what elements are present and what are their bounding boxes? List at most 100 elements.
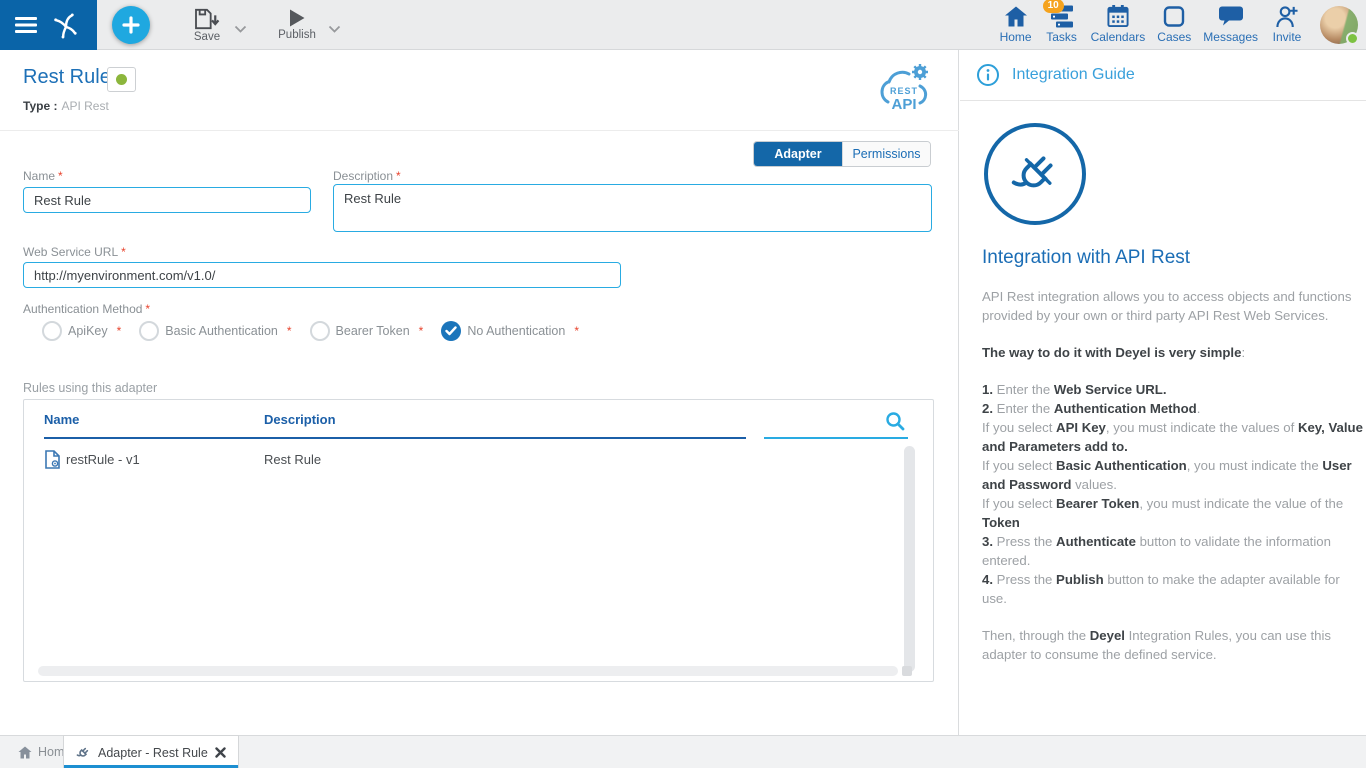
cases-icon (1163, 5, 1185, 28)
radio-unchecked-icon[interactable] (42, 321, 62, 341)
svg-text:REST: REST (890, 86, 918, 96)
calendars-icon (1106, 5, 1130, 28)
rule-description-cell: Rest Rule (264, 452, 321, 467)
nav-item-label: Calendars (1091, 30, 1146, 44)
guide-divider (960, 100, 1366, 101)
column-header-name[interactable]: Name (44, 412, 79, 427)
info-icon (976, 63, 1000, 87)
plug-circle-icon (981, 120, 1089, 228)
required-marker: * (117, 324, 122, 338)
nav-item-cases[interactable]: Cases (1151, 0, 1197, 44)
description-field[interactable]: Rest Rule (333, 184, 932, 232)
required-marker: * (574, 324, 579, 338)
name-field[interactable] (23, 187, 311, 213)
nav-item-label: Invite (1273, 30, 1302, 44)
rest-api-icon: REST API (874, 60, 936, 118)
header-divider (0, 130, 959, 131)
avatar[interactable] (1320, 6, 1358, 44)
messages-icon (1218, 5, 1244, 28)
auth-option-bearer-token[interactable]: Bearer Token* (310, 321, 424, 341)
auth-option-apikey[interactable]: ApiKey * (42, 321, 121, 341)
guide-header: Integration Guide (976, 63, 1135, 87)
name-label: Name* (23, 169, 63, 183)
adapter-editor: Rest Rule Type : API Rest REST API Adapte… (0, 50, 959, 735)
guide-paragraph: If you select API Key, you must indicate… (982, 418, 1364, 456)
status-button[interactable] (107, 67, 136, 92)
radio-unchecked-icon[interactable] (139, 321, 159, 341)
auth-option-basic-authentication[interactable]: Basic Authentication* (139, 321, 291, 341)
auth-option-label: No Authentication (467, 324, 565, 338)
radio-checked-icon[interactable] (441, 321, 461, 341)
bottom-tab-adapter-rest-rule[interactable]: Adapter - Rest Rule (63, 735, 239, 768)
nav-item-calendars[interactable]: Calendars (1085, 0, 1152, 44)
nav-item-tasks[interactable]: 10 Tasks (1039, 0, 1085, 44)
guide-text: API Rest integration allows you to acces… (982, 287, 1364, 664)
guide-paragraph: 1. Enter the Web Service URL. (982, 380, 1364, 399)
online-status-dot (1346, 32, 1359, 45)
guide-title: Integration with API Rest (982, 247, 1190, 269)
web-service-url-field[interactable] (23, 262, 621, 288)
type-label: Type : (23, 99, 57, 113)
table-vertical-scrollbar[interactable] (904, 446, 915, 672)
rules-table-body: restRule - v1 Rest Rule (24, 446, 933, 474)
guide-header-label: Integration Guide (1012, 66, 1135, 84)
table-row[interactable]: restRule - v1 Rest Rule (24, 446, 933, 474)
web-service-url-label: Web Service URL* (23, 245, 126, 259)
required-marker: * (396, 169, 401, 183)
nav-item-label: Tasks (1046, 30, 1077, 44)
publish-icon (288, 8, 306, 28)
hamburger-menu-icon[interactable] (15, 17, 37, 33)
nav-item-home[interactable]: Home (993, 0, 1039, 44)
top-nav: Home 10 Tasks Calendars Cases Messages Invite (993, 0, 1310, 50)
save-label: Save (194, 31, 220, 43)
publish-button[interactable]: Publish (272, 8, 322, 41)
guide-paragraph: The way to do it with Deyel is very simp… (982, 343, 1364, 362)
guide-paragraph: 2. Enter the Authentication Method. (982, 399, 1364, 418)
bottom-tab-bar: Home Adapter - Rest Rule (0, 735, 1366, 768)
column-header-description[interactable]: Description (264, 412, 336, 427)
tab-permissions[interactable]: Permissions (842, 142, 930, 166)
top-bar: Save Publish Home 10 Tasks Calendars Cases Me… (0, 0, 1366, 50)
home-icon (1004, 5, 1028, 28)
rule-document-icon (44, 450, 61, 469)
rules-search-input[interactable] (764, 412, 882, 434)
deyel-logo (50, 9, 82, 41)
home-tab-icon (18, 746, 32, 759)
tab-adapter[interactable]: Adapter (754, 142, 842, 166)
brand-block (0, 0, 97, 50)
radio-unchecked-icon[interactable] (310, 321, 330, 341)
add-button[interactable] (112, 6, 150, 44)
nav-item-label: Messages (1203, 30, 1258, 44)
close-tab-icon[interactable] (215, 747, 226, 758)
nav-item-invite[interactable]: Invite (1264, 0, 1310, 44)
guide-paragraph: Then, through the Deyel Integration Rule… (982, 626, 1364, 664)
check-icon (445, 326, 457, 336)
guide-paragraph: 4. Press the Publish button to make the … (982, 570, 1364, 608)
guide-paragraph: 3. Press the Authenticate button to vali… (982, 532, 1364, 570)
adapter-permissions-tabs: Adapter Permissions (753, 141, 931, 167)
rules-table: Name Description restRule - v1 Rest Rule (23, 399, 934, 682)
nav-item-messages[interactable]: Messages (1197, 0, 1264, 44)
tasks-badge: 10 (1043, 0, 1064, 13)
rules-table-caption: Rules using this adapter (23, 381, 157, 395)
auth-option-no-authentication[interactable]: No Authentication * (441, 321, 579, 341)
status-green-dot (116, 74, 127, 85)
type-line: Type : API Rest (23, 99, 109, 113)
search-underline (764, 437, 908, 439)
nav-item-label: Cases (1157, 30, 1191, 44)
scrollbar-corner (902, 666, 912, 676)
header-underline (44, 437, 746, 439)
rule-name-cell: restRule - v1 (66, 452, 140, 467)
table-horizontal-scrollbar[interactable] (38, 666, 898, 676)
description-label: Description* (333, 169, 401, 183)
type-value: API Rest (61, 99, 108, 113)
page-title: Rest Rule (23, 66, 111, 89)
auth-option-label: Bearer Token (336, 324, 410, 338)
save-dropdown-chevron-icon[interactable] (234, 20, 247, 38)
publish-dropdown-chevron-icon[interactable] (328, 20, 341, 38)
svg-text:API: API (891, 96, 916, 113)
auth-option-label: ApiKey (68, 324, 108, 338)
save-button[interactable]: Save (186, 8, 228, 43)
publish-label: Publish (278, 29, 316, 41)
search-icon[interactable] (885, 411, 905, 431)
